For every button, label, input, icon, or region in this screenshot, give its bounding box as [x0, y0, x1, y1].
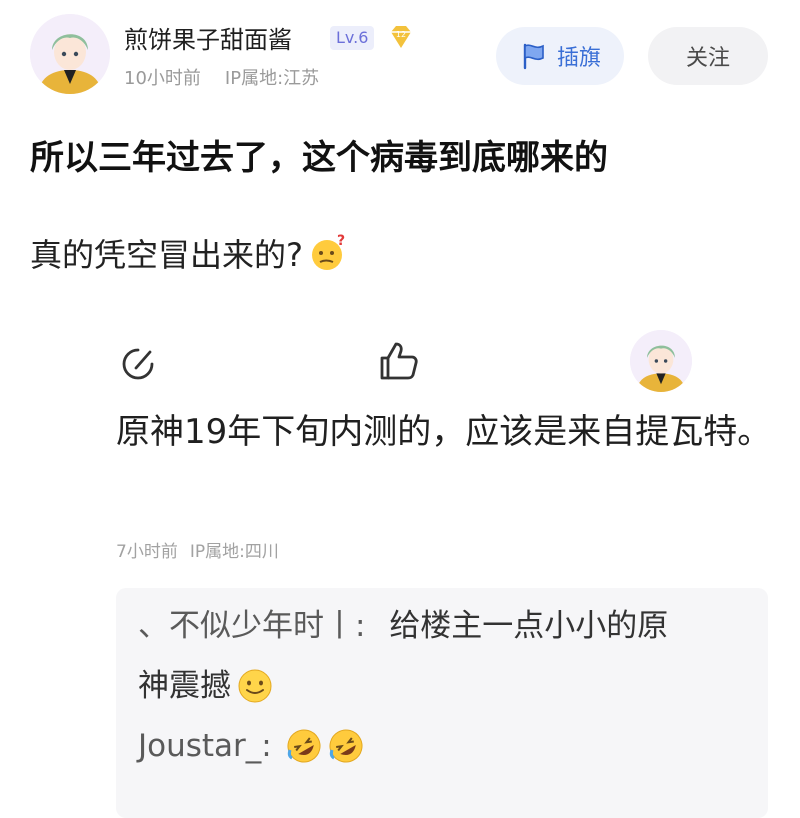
reply-author[interactable]: Joustar_: [138, 716, 272, 776]
post-body-text: 真的凭空冒出来的? [30, 236, 303, 274]
reply-text-continued: 神震撼 [138, 668, 231, 704]
rolling-laughing-emoji [329, 729, 363, 763]
reply-item[interactable]: 、不似少年时丨: 给楼主一点小小的原 [138, 596, 746, 656]
follow-button[interactable]: 关注 [648, 27, 768, 85]
author-avatar[interactable] [30, 14, 110, 94]
post-ip: IP属地:江苏 [224, 68, 320, 89]
post-body: 真的凭空冒出来的? ? [30, 230, 347, 276]
comment-time: 7小时前 [116, 542, 178, 562]
avatar-illustration [630, 330, 692, 392]
post-title: 所以三年过去了，这个病毒到底哪来的 [30, 138, 608, 178]
comment-meta: 7小时前 IP属地:四川 [116, 537, 279, 562]
flag-button[interactable]: 插旗 [496, 27, 624, 85]
avatar-illustration [30, 14, 110, 94]
reply-author[interactable]: 、不似少年时丨: [138, 608, 365, 644]
reply-item[interactable]: Joustar_: [138, 716, 746, 776]
commenter-avatar[interactable] [630, 330, 692, 392]
comment-text: 原神19年下旬内测的，应该是来自提瓦特。 [116, 412, 772, 452]
edit-icon[interactable] [116, 342, 160, 390]
svg-text:?: ? [337, 233, 345, 249]
follow-label: 关注 [685, 46, 730, 71]
smile-emoji [238, 669, 272, 703]
vip-level-number: 12 [396, 30, 406, 39]
author-name[interactable]: 煎饼果子甜面酱 [124, 20, 292, 55]
flag-icon [523, 43, 544, 70]
level-badge: Lv.6 [330, 26, 375, 50]
flag-label: 插旗 [556, 46, 601, 71]
reply-text: 给楼主一点小小的原 [389, 608, 669, 644]
thinking-emoji: ? [312, 233, 345, 270]
vip-diamond-icon: 12 [386, 22, 416, 56]
comment-ip: IP属地:四川 [189, 542, 279, 562]
replies-panel[interactable]: 、不似少年时丨: 给楼主一点小小的原 神震撼 Joustar_: [116, 588, 768, 818]
post-time: 10小时前 [124, 68, 201, 89]
rolling-laughing-emoji [287, 729, 321, 763]
thumbs-up-icon[interactable] [376, 338, 422, 388]
reply-item-continued: 神震撼 [138, 656, 746, 716]
post-meta: 10小时前 IP属地:江苏 [124, 64, 319, 90]
